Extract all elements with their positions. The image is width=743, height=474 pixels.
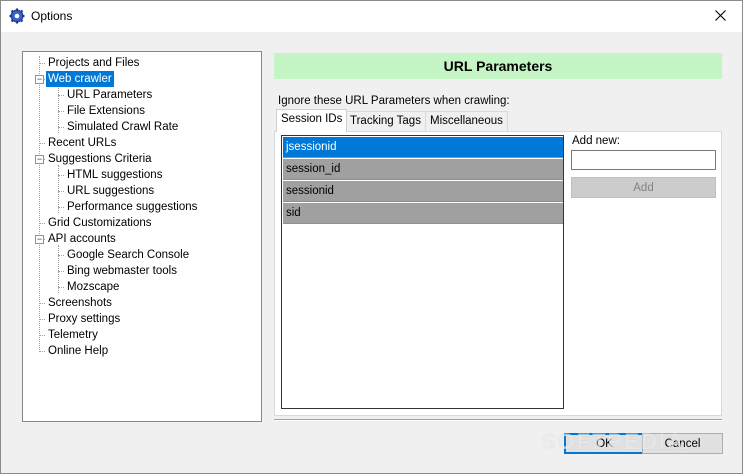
tab-miscellaneous[interactable]: Miscellaneous (425, 111, 508, 131)
tree-line (58, 287, 64, 288)
ignore-label: Ignore these URL Parameters when crawlin… (278, 95, 510, 107)
tree-item[interactable]: Screenshots (46, 295, 114, 311)
tree-line (39, 56, 40, 352)
tree-item[interactable]: Grid Customizations (46, 215, 154, 231)
tree-line (58, 271, 64, 272)
tree-line (58, 191, 64, 192)
add-new-label: Add new: (572, 135, 620, 147)
tree-line (58, 111, 64, 112)
tree-item[interactable]: API accounts (46, 231, 118, 247)
title-bar: Options (1, 1, 742, 32)
add-button[interactable]: Add (571, 177, 716, 198)
add-new-input[interactable] (571, 150, 716, 170)
tree-line (58, 245, 59, 293)
tree-item[interactable]: URL Parameters (65, 87, 154, 103)
tree-line (58, 255, 64, 256)
tree-item[interactable]: Proxy settings (46, 311, 122, 327)
tree-line (39, 143, 45, 144)
close-button[interactable] (698, 1, 742, 32)
collapse-icon[interactable]: − (35, 75, 44, 84)
options-window: Options Projects and Files − Web crawler UR… (0, 0, 743, 474)
options-tree[interactable]: Projects and Files − Web crawler URL Parame… (22, 51, 262, 422)
tree-line (58, 127, 64, 128)
tree-line (58, 95, 64, 96)
tree-item[interactable]: Mozscape (65, 279, 121, 295)
list-item[interactable]: jsessionid (283, 137, 563, 158)
tree-item[interactable]: HTML suggestions (65, 167, 164, 183)
tree-item[interactable]: Simulated Crawl Rate (65, 119, 180, 135)
collapse-icon[interactable]: − (35, 235, 44, 244)
tree-item[interactable]: File Extensions (65, 103, 147, 119)
tree-item[interactable]: Projects and Files (46, 55, 141, 71)
collapse-icon[interactable]: − (35, 155, 44, 164)
tree-line (39, 319, 45, 320)
section-header: URL Parameters (274, 53, 722, 79)
tree-item[interactable]: Performance suggestions (65, 199, 199, 215)
tree-line (39, 351, 45, 352)
tree-line (39, 335, 45, 336)
tree-line (58, 175, 64, 176)
tree-item[interactable]: Bing webmaster tools (65, 263, 179, 279)
list-item[interactable]: sid (283, 203, 563, 224)
footer-separator (274, 419, 722, 421)
tab-tracking-tags[interactable]: Tracking Tags (345, 111, 426, 131)
tree-line (58, 85, 59, 133)
cancel-button[interactable]: Cancel (642, 433, 723, 454)
ok-button[interactable]: OK (564, 433, 645, 454)
tab-session-ids[interactable]: Session IDs (276, 109, 348, 132)
tree-line (58, 207, 64, 208)
tree-line (39, 303, 45, 304)
tree-item[interactable]: URL suggestions (65, 183, 156, 199)
tree-item[interactable]: Google Search Console (65, 247, 191, 263)
tree-item[interactable]: Telemetry (46, 327, 100, 343)
gear-icon (9, 8, 25, 24)
tree-item[interactable]: Online Help (46, 343, 110, 359)
tree-item[interactable]: Suggestions Criteria (46, 151, 154, 167)
session-ids-list[interactable]: jsessionid session_id sessionid sid (281, 135, 564, 409)
close-icon (714, 9, 726, 24)
tree-line (58, 165, 59, 213)
list-item[interactable]: session_id (283, 159, 563, 180)
tree-line (39, 223, 45, 224)
tree-item[interactable]: Web crawler (46, 71, 114, 87)
tree-line (39, 63, 45, 64)
window-title: Options (31, 9, 73, 23)
tree-item[interactable]: Recent URLs (46, 135, 118, 151)
list-item[interactable]: sessionid (283, 181, 563, 202)
